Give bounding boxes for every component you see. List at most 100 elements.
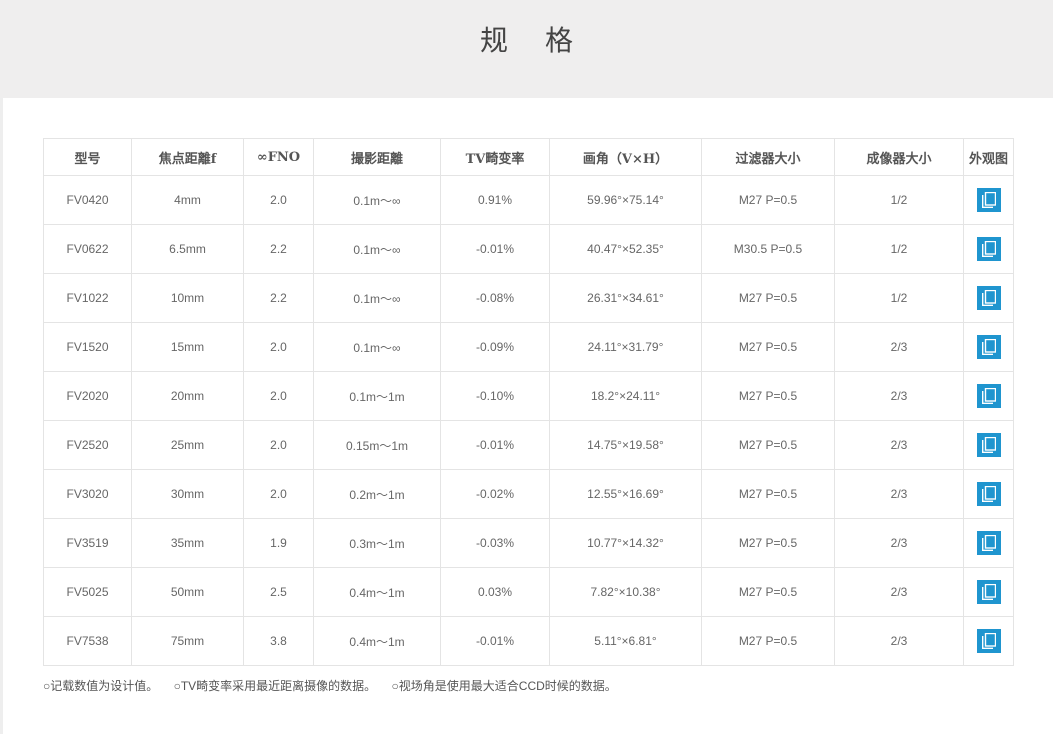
- model-link[interactable]: FV5025: [43, 567, 132, 617]
- column-header: 成像器大小: [834, 138, 964, 176]
- table-cell: 2/3: [834, 469, 964, 519]
- table-cell: 1/2: [834, 224, 964, 274]
- table-cell: 7.82°×10.38°: [549, 567, 702, 617]
- page-title: 规 格: [480, 24, 587, 57]
- table-cell: 0.2m〜1m: [313, 469, 441, 519]
- table-cell: 2/3: [834, 616, 964, 666]
- table-cell: 2.0: [243, 175, 314, 225]
- view-drawing-button[interactable]: [976, 482, 1001, 506]
- view-drawing-button[interactable]: [976, 580, 1001, 604]
- table-cell: 75mm: [131, 616, 244, 666]
- table-row: FV1022 10mm 2.2 0.1m〜∞ -0.08% 26.31°×34.61° M2…: [43, 273, 1014, 323]
- table-cell: 14.75°×19.58°: [549, 420, 702, 470]
- model-link[interactable]: FV3519: [43, 518, 132, 568]
- table-cell: 0.1m〜∞: [313, 273, 441, 323]
- table-cell: 15mm: [131, 322, 244, 372]
- table-cell: M27 P=0.5: [701, 322, 835, 372]
- model-link[interactable]: FV3020: [43, 469, 132, 519]
- spec-table: 型号 焦点距離f ∞FNO 撮影距離 TV畸变率 画角（V×H） 过滤器大小 成…: [43, 138, 1014, 666]
- table-cell: 2.5: [243, 567, 314, 617]
- table-cell: 30mm: [131, 469, 244, 519]
- document-icon: [981, 633, 996, 649]
- document-icon: [981, 584, 996, 600]
- view-drawing-button[interactable]: [976, 188, 1001, 212]
- column-header: 外观图: [963, 138, 1014, 176]
- table-cell: M27 P=0.5: [701, 175, 835, 225]
- table-cell: 0.15m〜1m: [313, 420, 441, 470]
- table-header-row: 型号 焦点距離f ∞FNO 撮影距離 TV畸变率 画角（V×H） 过滤器大小 成…: [43, 138, 1014, 176]
- table-cell: 2.2: [243, 273, 314, 323]
- view-drawing-button[interactable]: [976, 384, 1001, 408]
- table-cell: 2.0: [243, 420, 314, 470]
- table-row: FV2520 25mm 2.0 0.15m〜1m -0.01% 14.75°×19.58°…: [43, 420, 1014, 470]
- table-cell: M27 P=0.5: [701, 273, 835, 323]
- document-icon: [981, 535, 996, 551]
- view-drawing-button[interactable]: [976, 531, 1001, 555]
- table-cell: 0.1m〜1m: [313, 371, 441, 421]
- table-cell: 20mm: [131, 371, 244, 421]
- table-cell: 2.0: [243, 469, 314, 519]
- table-cell: M27 P=0.5: [701, 567, 835, 617]
- table-cell: -0.03%: [440, 518, 550, 568]
- column-header: TV畸变率: [440, 138, 550, 176]
- table-row: FV7538 75mm 3.8 0.4m〜1m -0.01% 5.11°×6.81° M27…: [43, 616, 1014, 666]
- document-icon: [981, 339, 996, 355]
- model-link[interactable]: FV1520: [43, 322, 132, 372]
- table-cell: 0.4m〜1m: [313, 616, 441, 666]
- view-drawing-button[interactable]: [976, 286, 1001, 310]
- column-header: ∞FNO: [243, 138, 314, 176]
- footnote: ○TV畸变率采用最近距离摄像的数据。: [173, 679, 377, 693]
- model-link[interactable]: FV2520: [43, 420, 132, 470]
- table-cell: 25mm: [131, 420, 244, 470]
- model-link[interactable]: FV7538: [43, 616, 132, 666]
- table-cell: 0.1m〜∞: [313, 175, 441, 225]
- table-cell: 2.2: [243, 224, 314, 274]
- document-icon: [981, 290, 996, 306]
- table-cell: 0.4m〜1m: [313, 567, 441, 617]
- table-cell: [963, 420, 1014, 470]
- table-cell: 2/3: [834, 420, 964, 470]
- view-drawing-button[interactable]: [976, 237, 1001, 261]
- table-cell: -0.01%: [440, 420, 550, 470]
- document-icon: [981, 437, 996, 453]
- table-row: FV2020 20mm 2.0 0.1m〜1m -0.10% 18.2°×24.11° M2…: [43, 371, 1014, 421]
- model-link[interactable]: FV0420: [43, 175, 132, 225]
- table-cell: 2/3: [834, 322, 964, 372]
- view-drawing-button[interactable]: [976, 433, 1001, 457]
- table-cell: 1.9: [243, 518, 314, 568]
- table-cell: [963, 518, 1014, 568]
- table-cell: 0.03%: [440, 567, 550, 617]
- table-cell: 2/3: [834, 371, 964, 421]
- table-cell: M27 P=0.5: [701, 371, 835, 421]
- view-drawing-button[interactable]: [976, 629, 1001, 653]
- table-row: FV3020 30mm 2.0 0.2m〜1m -0.02% 12.55°×16.69° M…: [43, 469, 1014, 519]
- table-cell: 40.47°×52.35°: [549, 224, 702, 274]
- table-cell: 26.31°×34.61°: [549, 273, 702, 323]
- view-drawing-button[interactable]: [976, 335, 1001, 359]
- table-cell: 2.0: [243, 322, 314, 372]
- table-cell: 12.55°×16.69°: [549, 469, 702, 519]
- table-cell: [963, 224, 1014, 274]
- table-row: FV3519 35mm 1.9 0.3m〜1m -0.03% 10.77°×14.32° M…: [43, 518, 1014, 568]
- table-cell: 0.3m〜1m: [313, 518, 441, 568]
- model-link[interactable]: FV1022: [43, 273, 132, 323]
- model-link[interactable]: FV2020: [43, 371, 132, 421]
- content-panel: 型号 焦点距離f ∞FNO 撮影距離 TV畸变率 画角（V×H） 过滤器大小 成…: [3, 98, 1053, 734]
- footnote: ○视场角是使用最大适合CCD时候的数据。: [391, 679, 617, 693]
- document-icon: [981, 192, 996, 208]
- table-cell: 50mm: [131, 567, 244, 617]
- table-cell: 2/3: [834, 567, 964, 617]
- table-cell: 5.11°×6.81°: [549, 616, 702, 666]
- table-cell: M27 P=0.5: [701, 469, 835, 519]
- document-icon: [981, 486, 996, 502]
- table-cell: 24.11°×31.79°: [549, 322, 702, 372]
- model-link[interactable]: FV0622: [43, 224, 132, 274]
- table-row: FV0622 6.5mm 2.2 0.1m〜∞ -0.01% 40.47°×52.35° M…: [43, 224, 1014, 274]
- table-cell: 1/2: [834, 273, 964, 323]
- table-cell: 2/3: [834, 518, 964, 568]
- table-cell: -0.08%: [440, 273, 550, 323]
- table-cell: -0.10%: [440, 371, 550, 421]
- table-cell: 4mm: [131, 175, 244, 225]
- table-cell: 10.77°×14.32°: [549, 518, 702, 568]
- table-cell: [963, 273, 1014, 323]
